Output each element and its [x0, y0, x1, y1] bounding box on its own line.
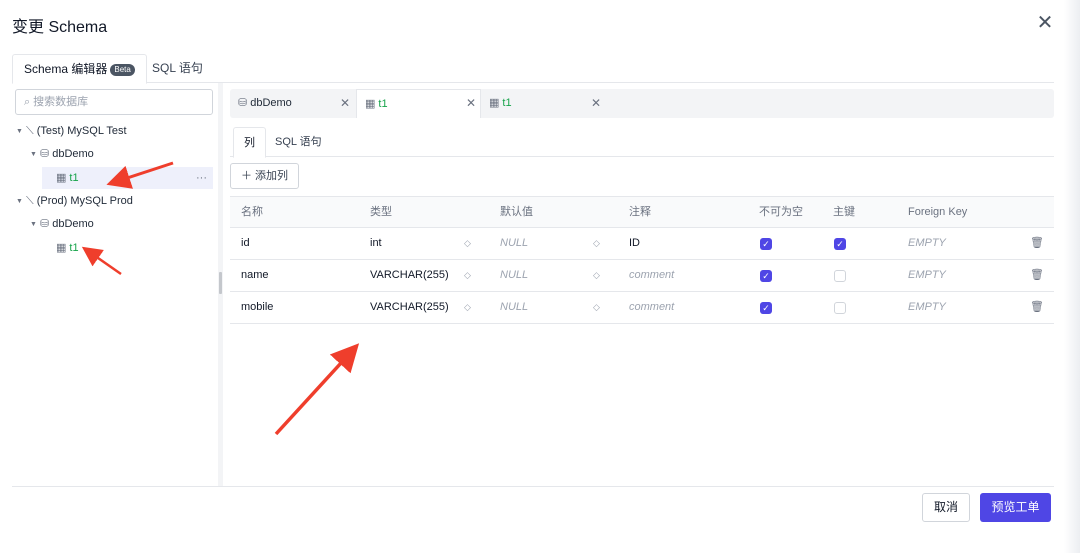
tree-instance-prod[interactable]: ▼ ⟍ (Prod) MySQL Prod: [16, 190, 213, 212]
cell-comment[interactable]: ID: [629, 228, 640, 259]
caret-down-icon: ▼: [16, 198, 23, 205]
header-type: 类型: [370, 206, 392, 218]
database-icon: ⛁: [40, 148, 50, 160]
cell-foreign-key[interactable]: EMPTY: [908, 228, 946, 259]
editor-tab-label: t1: [378, 98, 388, 110]
cell-type[interactable]: VARCHAR(255): [370, 292, 449, 323]
header-not-null: 不可为空: [759, 206, 803, 218]
tree-label: t1: [69, 172, 79, 184]
trash-icon[interactable]: 🗑: [1030, 228, 1044, 259]
caret-down-icon: ▼: [30, 221, 37, 228]
search-input[interactable]: ⌕ 搜索数据库: [15, 89, 213, 115]
preview-issue-button[interactable]: 预览工单: [980, 493, 1051, 522]
table-icon: ▦: [56, 172, 67, 184]
tree-table-t1-test[interactable]: ▦ t1 ···: [42, 167, 213, 189]
close-icon[interactable]: ✕: [1034, 12, 1056, 34]
tree-label: (Test) MySQL Test: [36, 125, 127, 137]
editor-tab-label: t1: [502, 97, 512, 109]
tree-table-t1-prod[interactable]: ▦ t1: [56, 237, 213, 259]
trash-icon[interactable]: 🗑: [1030, 292, 1044, 323]
cell-default[interactable]: NULL: [500, 260, 528, 291]
editor-tabs: ⛁ dbDemo ✕ ▦ t1 ✕ ▦ t1 ✕: [230, 89, 1054, 118]
tree-label: dbDemo: [52, 148, 94, 160]
beta-badge: Beta: [110, 64, 135, 76]
tree-database-dbdemo-prod[interactable]: ▼ ⛁ dbDemo: [30, 213, 213, 235]
window-edge-shadow: [1064, 0, 1080, 553]
search-icon: ⌕: [24, 96, 31, 108]
editor-tab-label: dbDemo: [250, 97, 292, 109]
tree-database-dbdemo-test[interactable]: ▼ ⛁ dbDemo: [30, 143, 213, 165]
cell-comment[interactable]: comment: [629, 260, 674, 291]
search-placeholder: 搜索数据库: [33, 96, 89, 108]
editor-tab-t1-active[interactable]: ▦ t1: [356, 89, 481, 118]
tab-sql-statement[interactable]: SQL 语句: [141, 54, 214, 83]
cell-default[interactable]: NULL: [500, 292, 528, 323]
header-name: 名称: [241, 206, 263, 218]
cell-type[interactable]: int: [370, 228, 382, 259]
cell-default[interactable]: NULL: [500, 228, 528, 259]
not-null-checkbox[interactable]: ✓: [760, 302, 772, 314]
cell-comment[interactable]: comment: [629, 292, 674, 323]
table-icon: ▦: [365, 98, 376, 110]
instance-icon: ⟍: [26, 125, 34, 137]
tab-sql[interactable]: SQL 语句: [265, 127, 332, 157]
select-arrows-icon[interactable]: ◇: [593, 292, 600, 323]
editor-tab-dbdemo[interactable]: ⛁ dbDemo: [230, 89, 356, 118]
table-icon: ▦: [489, 97, 500, 109]
cell-name[interactable]: mobile: [241, 292, 273, 323]
trash-icon[interactable]: 🗑: [1030, 260, 1044, 291]
close-tab-icon[interactable]: ✕: [591, 89, 601, 118]
cancel-button[interactable]: 取消: [922, 493, 970, 522]
header-foreign-key: Foreign Key: [908, 206, 968, 218]
tree-label: dbDemo: [52, 218, 94, 230]
tab-schema-editor-label: Schema 编辑器: [24, 62, 108, 76]
close-tab-icon[interactable]: ✕: [466, 89, 476, 118]
footer-divider: [12, 486, 1054, 487]
table-row: mobile VARCHAR(255) ◇ NULL ◇ comment ✓ E…: [230, 292, 1054, 324]
instance-icon: ⟍: [26, 195, 34, 207]
table-header: 名称 类型 默认值 注释 不可为空 主键 Foreign Key: [230, 196, 1054, 228]
editor-tab-t1[interactable]: ▦ t1: [481, 89, 606, 118]
tab-columns[interactable]: 列: [233, 127, 266, 158]
select-arrows-icon[interactable]: ◇: [593, 228, 600, 259]
cell-foreign-key[interactable]: EMPTY: [908, 292, 946, 323]
select-arrows-icon[interactable]: ◇: [464, 260, 471, 291]
not-null-checkbox[interactable]: ✓: [760, 270, 772, 282]
tree-instance-test[interactable]: ▼ ⟍ (Test) MySQL Test: [16, 120, 213, 142]
header-default: 默认值: [500, 206, 533, 218]
annotation-arrow-table: [274, 343, 360, 436]
dialog-title: 变更 Schema: [12, 19, 108, 36]
top-tabs: Schema 编辑器 Beta SQL 语句: [12, 54, 1054, 84]
primary-key-checkbox[interactable]: [834, 270, 846, 282]
select-arrows-icon[interactable]: ◇: [464, 228, 471, 259]
resize-handle[interactable]: [219, 272, 222, 294]
more-icon[interactable]: ···: [196, 167, 207, 189]
add-column-button[interactable]: ＋ 添加列: [230, 163, 299, 189]
primary-key-checkbox[interactable]: ✓: [834, 238, 846, 250]
cell-foreign-key[interactable]: EMPTY: [908, 260, 946, 291]
caret-down-icon: ▼: [30, 151, 37, 158]
tree-label: t1: [69, 242, 79, 254]
table-icon: ▦: [56, 242, 67, 254]
sub-tabs: 列 SQL 语句: [230, 127, 1054, 158]
not-null-checkbox[interactable]: ✓: [760, 238, 772, 250]
cell-name[interactable]: id: [241, 228, 250, 259]
select-arrows-icon[interactable]: ◇: [593, 260, 600, 291]
close-tab-icon[interactable]: ✕: [340, 89, 350, 118]
select-arrows-icon[interactable]: ◇: [464, 292, 471, 323]
table-row: name VARCHAR(255) ◇ NULL ◇ comment ✓ EMP…: [230, 260, 1054, 292]
tab-schema-editor[interactable]: Schema 编辑器 Beta: [12, 54, 147, 84]
caret-down-icon: ▼: [16, 128, 23, 135]
database-icon: ⛁: [238, 97, 248, 109]
cell-name[interactable]: name: [241, 260, 269, 291]
header-comment: 注释: [629, 206, 651, 218]
primary-key-checkbox[interactable]: [834, 302, 846, 314]
header-primary-key: 主键: [833, 206, 855, 218]
tree-label: (Prod) MySQL Prod: [36, 195, 133, 207]
cell-type[interactable]: VARCHAR(255): [370, 260, 449, 291]
database-icon: ⛁: [40, 218, 50, 230]
table-row: id int ◇ NULL ◇ ID ✓ ✓ EMPTY 🗑: [230, 228, 1054, 260]
